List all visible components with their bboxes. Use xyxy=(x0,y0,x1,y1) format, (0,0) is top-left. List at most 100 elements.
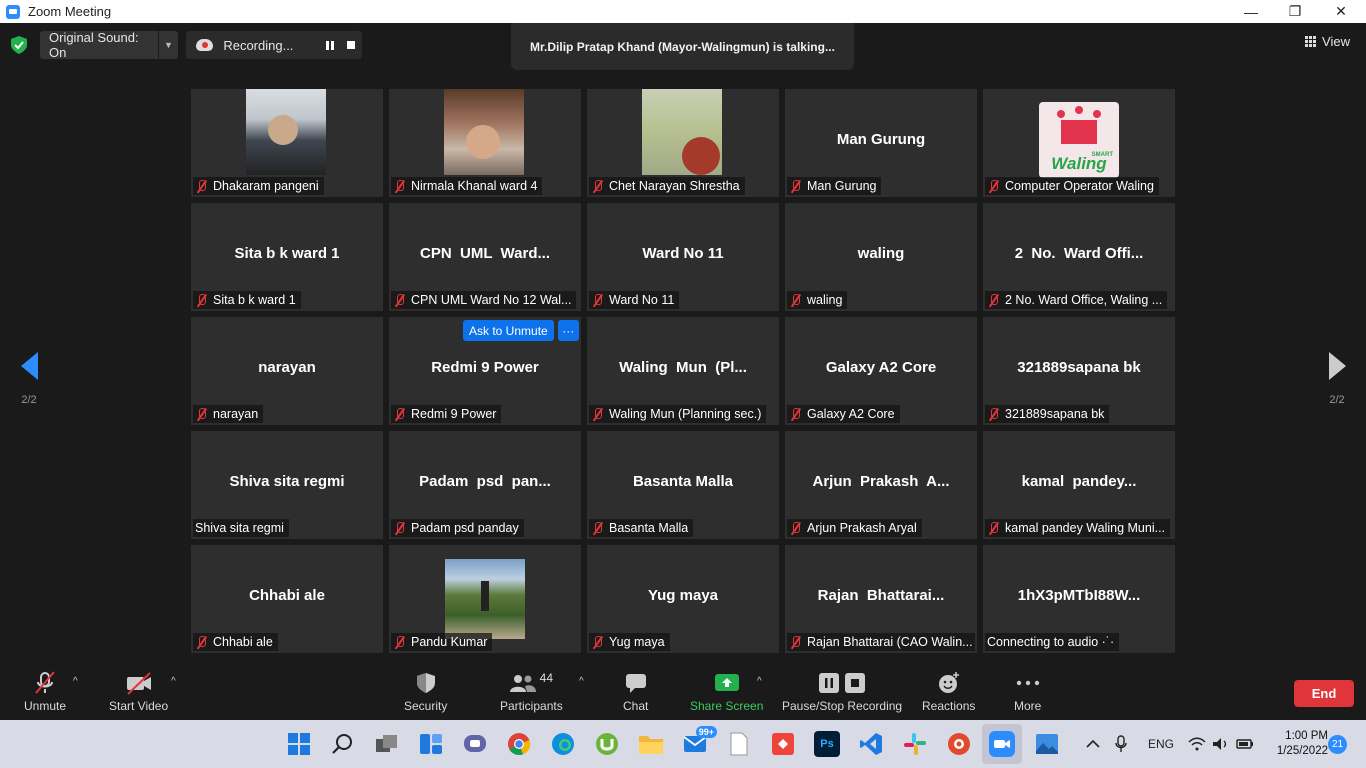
share-screen-button[interactable]: Share Screen xyxy=(690,670,763,713)
reactions-button[interactable]: Reactions xyxy=(922,670,975,713)
wifi-icon[interactable] xyxy=(1188,720,1206,768)
teams-chat-icon[interactable] xyxy=(462,731,488,757)
participants-options-caret[interactable]: ^ xyxy=(579,676,584,687)
participant-name-caption: Sita b k ward 1 xyxy=(193,291,301,309)
original-sound-toggle[interactable]: Original Sound: On ▼ xyxy=(40,30,178,60)
participant-tile[interactable]: SMART Waling Computer Operator Waling xyxy=(983,89,1175,197)
participant-tile[interactable]: Ward No 11 Ward No 11 xyxy=(587,203,779,311)
photos-icon[interactable] xyxy=(1034,731,1060,757)
slack-icon[interactable] xyxy=(902,731,928,757)
muted-microphone-icon xyxy=(393,179,406,193)
tile-more-options-button[interactable]: ··· xyxy=(557,320,579,341)
participant-tile[interactable]: 2 No. Ward Offi... 2 No. Ward Office, Wal… xyxy=(983,203,1175,311)
participant-tile[interactable]: Dhakaram pangeni xyxy=(191,89,383,197)
security-shield-icon[interactable] xyxy=(11,36,27,54)
battery-icon[interactable] xyxy=(1236,720,1254,768)
edge-icon[interactable] xyxy=(550,731,576,757)
participant-caption-text: Pandu Kumar xyxy=(411,635,488,649)
widgets-icon[interactable] xyxy=(418,731,444,757)
participant-tile[interactable]: Sita b k ward 1 Sita b k ward 1 xyxy=(191,203,383,311)
participant-tile[interactable]: 1hX3pMTbI88W... Connecting to audio ·˙· xyxy=(983,545,1175,653)
security-button[interactable]: Security xyxy=(404,670,447,713)
file-explorer-icon[interactable] xyxy=(638,731,664,757)
muted-microphone-icon xyxy=(32,670,58,696)
notification-count-badge[interactable]: 21 xyxy=(1328,735,1347,754)
show-hidden-icons-chevron[interactable] xyxy=(1086,720,1104,768)
participant-tile[interactable]: 321889sapana bk 321889sapana bk xyxy=(983,317,1175,425)
participant-tile[interactable]: Chhabi ale Chhabi ale xyxy=(191,545,383,653)
participant-caption-text: 2 No. Ward Office, Waling ... xyxy=(1005,293,1163,307)
participant-tile[interactable]: Padam psd pan... Padam psd panday xyxy=(389,431,581,539)
participant-tile[interactable]: Galaxy A2 Core Galaxy A2 Core xyxy=(785,317,977,425)
view-button[interactable]: View xyxy=(1305,34,1350,49)
document-icon[interactable] xyxy=(726,731,752,757)
zoom-taskbar-icon[interactable] xyxy=(982,724,1022,764)
end-meeting-button[interactable]: End xyxy=(1294,680,1354,707)
utorrent-icon[interactable] xyxy=(594,731,620,757)
participants-button[interactable]: 44 Participants xyxy=(500,670,563,713)
pause-stop-recording-button[interactable]: Pause/Stop Recording xyxy=(782,670,902,713)
unmute-button[interactable]: Unmute xyxy=(24,670,66,713)
volume-icon[interactable] xyxy=(1212,720,1230,768)
next-page-button[interactable]: 2/2 xyxy=(1322,352,1352,422)
chevron-down-icon[interactable]: ▼ xyxy=(158,31,178,59)
participant-tile[interactable]: narayan narayan xyxy=(191,317,383,425)
participant-tile[interactable]: Shiva sita regmi Shiva sita regmi xyxy=(191,431,383,539)
maximize-button[interactable]: ❐ xyxy=(1272,0,1318,23)
stop-recording-icon[interactable] xyxy=(341,41,362,49)
participant-tile[interactable]: Waling Mun (Pl... Waling Mun (Planning se… xyxy=(587,317,779,425)
participant-display-name: Ward No 11 xyxy=(642,245,724,262)
pause-recording-icon[interactable] xyxy=(320,40,341,50)
more-button[interactable]: More xyxy=(1014,670,1041,713)
anydesk-icon[interactable] xyxy=(770,731,796,757)
start-video-button[interactable]: Start Video xyxy=(109,670,168,713)
ask-to-unmute-button[interactable]: Ask to Unmute xyxy=(463,320,554,341)
microphone-tray-icon[interactable] xyxy=(1115,720,1129,768)
participant-tile[interactable]: Yug maya Yug maya xyxy=(587,545,779,653)
arrow-right-icon xyxy=(1328,352,1346,380)
participant-display-name: Padam psd pan... xyxy=(419,473,551,490)
participant-tile[interactable]: waling waling xyxy=(785,203,977,311)
participant-tile[interactable]: Man Gurung Man Gurung xyxy=(785,89,977,197)
participant-tile[interactable]: Nirmala Khanal ward 4 xyxy=(389,89,581,197)
pause-icon xyxy=(819,673,840,693)
participant-name-caption: Shiva sita regmi xyxy=(193,519,289,537)
vscode-icon[interactable] xyxy=(858,731,884,757)
participant-tile[interactable]: Basanta Malla Basanta Malla xyxy=(587,431,779,539)
participant-name-caption: Nirmala Khanal ward 4 xyxy=(391,177,543,195)
chat-button[interactable]: Chat xyxy=(623,670,648,713)
taskbar-clock[interactable]: 1:00 PM 1/25/2022 xyxy=(1258,729,1328,759)
photoshop-icon[interactable]: Ps xyxy=(814,731,840,757)
participant-caption-text: Man Gurung xyxy=(807,179,877,193)
chat-label: Chat xyxy=(623,699,649,713)
muted-microphone-icon xyxy=(789,293,802,307)
video-options-caret[interactable]: ^ xyxy=(171,676,176,687)
participant-tile[interactable]: Rajan Bhattarai... Rajan Bhattarai (CAO W… xyxy=(785,545,977,653)
mail-icon[interactable]: 99+ xyxy=(682,726,717,757)
task-view-icon[interactable] xyxy=(374,731,400,757)
previous-page-button[interactable]: 2/2 xyxy=(14,352,44,422)
participant-name-caption: Galaxy A2 Core xyxy=(787,405,900,423)
audio-options-caret[interactable]: ^ xyxy=(73,676,78,687)
participant-tile[interactable]: Arjun Prakash A... Arjun Prakash Aryal xyxy=(785,431,977,539)
share-options-caret[interactable]: ^ xyxy=(757,676,762,687)
close-button[interactable]: ✕ xyxy=(1318,0,1364,23)
muted-microphone-icon xyxy=(195,293,208,307)
chrome-icon[interactable] xyxy=(506,731,532,757)
participant-tile[interactable]: kamal pandey... kamal pandey Waling Muni.… xyxy=(983,431,1175,539)
screen-recorder-icon[interactable] xyxy=(946,731,972,757)
input-language-indicator[interactable]: ENG xyxy=(1148,720,1174,768)
participant-display-name: Chhabi ale xyxy=(249,587,325,604)
windows-start-icon[interactable] xyxy=(286,731,312,757)
participant-tile[interactable]: Chet Narayan Shrestha xyxy=(587,89,779,197)
participant-tile[interactable]: CPN UML Ward... CPN UML Ward No 12 Wal... xyxy=(389,203,581,311)
participant-display-name: Yug maya xyxy=(647,587,719,604)
search-icon[interactable] xyxy=(330,731,356,757)
stop-icon xyxy=(845,673,866,693)
participant-tile[interactable]: Pandu Kumar xyxy=(389,545,581,653)
participant-name-caption: Yug maya xyxy=(589,633,670,651)
participant-name-caption: Connecting to audio ·˙· xyxy=(985,633,1120,651)
minimize-button[interactable]: — xyxy=(1228,0,1274,23)
profile-picture-logo: SMART Waling xyxy=(1039,102,1119,178)
muted-microphone-icon xyxy=(393,521,406,535)
